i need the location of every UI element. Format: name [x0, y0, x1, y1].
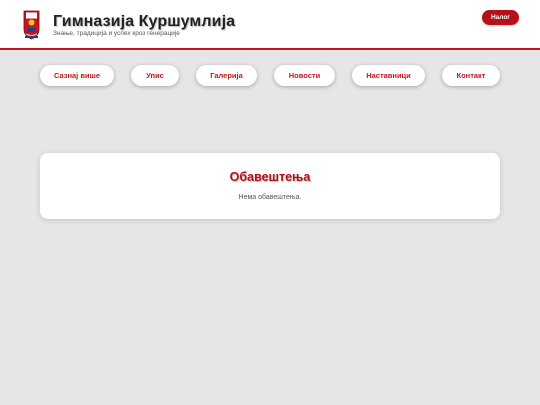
school-crest-icon[interactable]	[22, 9, 41, 40]
nav-news-button[interactable]: Новости	[274, 65, 335, 86]
nav-teachers-button[interactable]: Наставници	[352, 65, 425, 86]
site-title[interactable]: Гимназија Куршумлија	[53, 13, 235, 31]
notices-title: Обавештења	[229, 170, 311, 184]
notices-card: Обавештења Нема обавештења.	[40, 153, 500, 219]
nav-contact-button[interactable]: Контакт	[442, 65, 500, 86]
site-tagline: Знање, традиција и успех кроз генерације	[53, 30, 180, 37]
nav-gallery-button[interactable]: Галерија	[196, 65, 257, 86]
account-button[interactable]: Налог	[482, 10, 519, 25]
notices-empty-text: Нема обавештења.	[238, 194, 302, 201]
nav-enrollment-button[interactable]: Упис	[131, 65, 179, 86]
site-header: Гимназија Куршумлија Знање, традиција и …	[0, 0, 540, 50]
nav-learn-more-button[interactable]: Сазнај више	[40, 65, 114, 86]
